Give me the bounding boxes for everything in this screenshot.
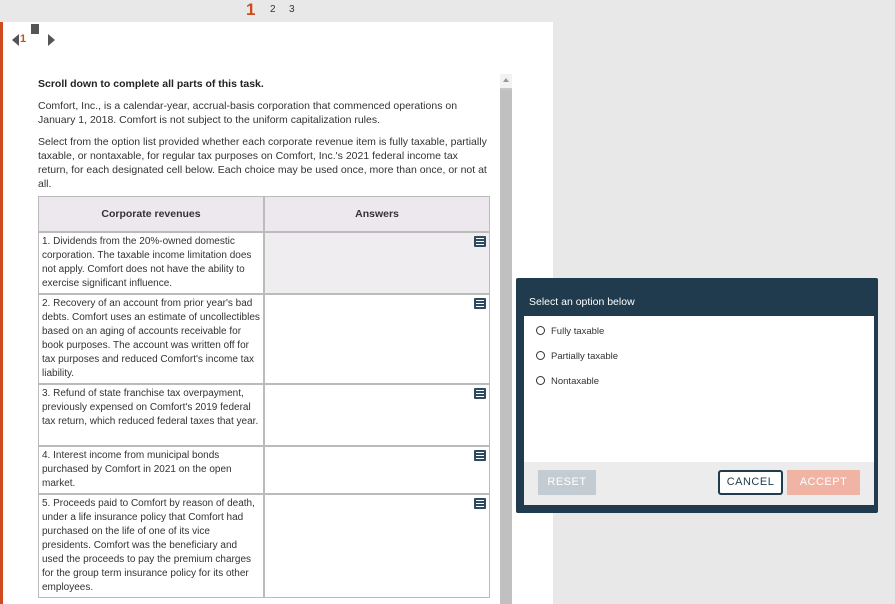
reset-button[interactable]: RESET [538,470,596,495]
column-header-revenues: Corporate revenues [38,196,264,232]
dialog-title: Select an option below [529,296,635,308]
option-nontaxable[interactable]: Nontaxable [524,374,874,399]
option-fully-taxable[interactable]: Fully taxable [524,324,874,349]
current-page-number: 1 [20,33,27,45]
revenue-item: 4. Interest income from municipal bonds … [38,446,264,494]
task-heading: Scroll down to complete all parts of thi… [38,78,264,90]
answer-cell[interactable] [264,232,490,294]
cancel-button[interactable]: CANCEL [718,470,783,495]
task-panel: 1 Scroll down to complete all parts of t… [0,22,553,604]
dialog-footer: RESET CANCEL ACCEPT [524,462,874,505]
option-list-icon[interactable] [474,388,486,399]
radio-button[interactable] [536,376,545,385]
previous-arrow-icon[interactable] [12,34,19,46]
task-paragraph-2: Select from the option list provided whe… [38,136,487,190]
option-list-icon[interactable] [474,298,486,309]
column-header-answers: Answers [264,196,490,232]
table-row: 5. Proceeds paid to Comfort by reason of… [38,494,490,598]
option-list: Fully taxable Partially taxable Nontaxab… [524,316,874,462]
revenue-item: 2. Recovery of an account from prior yea… [38,294,264,384]
answer-cell[interactable] [264,446,490,494]
option-label: Fully taxable [551,326,605,337]
table-row: 2. Recovery of an account from prior yea… [38,294,490,384]
radio-button[interactable] [536,326,545,335]
revenue-item: 1. Dividends from the 20%-owned domestic… [38,232,264,294]
option-label: Partially taxable [551,351,619,362]
next-arrow-icon[interactable] [48,34,55,46]
scroll-up-arrow-icon[interactable] [500,74,512,88]
task-paragraph-1: Comfort, Inc., is a calendar-year, accru… [38,100,458,126]
option-list-icon[interactable] [474,498,486,509]
table-row: 3. Refund of state franchise tax overpay… [38,384,490,446]
answer-cell[interactable] [264,384,490,446]
option-list-icon[interactable] [474,236,486,247]
page-tab-2[interactable]: 2 [270,4,276,15]
option-select-dialog: Select an option below Fully taxable Par… [516,278,878,513]
revenue-item: 3. Refund of state franchise tax overpay… [38,384,264,446]
answer-cell[interactable] [264,494,490,598]
option-list-icon[interactable] [474,450,486,461]
task-instructions: Scroll down to complete all parts of thi… [38,77,490,199]
option-label: Nontaxable [551,376,600,387]
answer-cell[interactable] [264,294,490,384]
accept-button[interactable]: ACCEPT [787,470,860,495]
revenues-table: Corporate revenues Answers 1. Dividends … [38,196,490,598]
page-tabs: 1 2 3 [0,0,895,20]
scrollbar-thumb[interactable] [500,90,512,604]
revenue-item: 5. Proceeds paid to Comfort by reason of… [38,494,264,598]
page-tab-3[interactable]: 3 [289,4,295,15]
table-row: 4. Interest income from municipal bonds … [38,446,490,494]
page-tab-1[interactable]: 1 [246,0,255,20]
radio-button[interactable] [536,351,545,360]
option-partially-taxable[interactable]: Partially taxable [524,349,874,374]
vertical-scrollbar[interactable] [500,74,512,604]
table-row: 1. Dividends from the 20%-owned domestic… [38,232,490,294]
bookmark-icon[interactable] [31,24,39,37]
